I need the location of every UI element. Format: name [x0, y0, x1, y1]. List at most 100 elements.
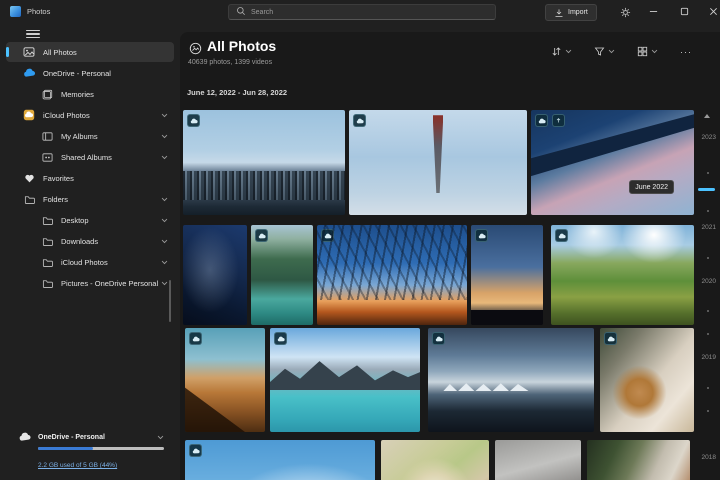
photo-tile-storm-clouds[interactable] [495, 440, 581, 480]
minimize-button[interactable] [640, 0, 666, 24]
timeline-year[interactable]: 2019 [702, 354, 716, 361]
cloud-status-icon [432, 332, 445, 345]
onedrive-cloud-icon [22, 68, 36, 78]
cloud-status-icon [189, 332, 202, 345]
timeline-scrubber[interactable]: 2023 2021 2020 2019 2018 [694, 32, 720, 480]
photo-tile-night-sky[interactable] [183, 225, 247, 325]
app-identity: Photos [10, 6, 50, 17]
settings-button[interactable] [616, 4, 634, 21]
cloud-status-icon [321, 229, 334, 242]
photo-tile-indoor-plants[interactable] [587, 440, 690, 480]
search-placeholder: Search [251, 9, 273, 16]
chevron-down-icon[interactable] [157, 435, 164, 440]
photo-tile-green-countryside[interactable] [551, 225, 694, 325]
chevron-down-icon[interactable] [565, 49, 572, 54]
sidebar-item-favorites[interactable]: Favorites [6, 168, 174, 188]
timeline-year[interactable]: 2021 [702, 224, 716, 231]
photo-tile-forest-lake[interactable] [251, 225, 313, 325]
filter-button[interactable] [591, 44, 618, 59]
close-icon [709, 3, 718, 21]
chevron-down-icon[interactable] [161, 155, 168, 160]
icloud-icon [22, 109, 36, 121]
photo-tile-food-plate[interactable] [381, 440, 489, 480]
chevron-down-icon[interactable] [651, 49, 658, 54]
photo-tile-sky-clouds[interactable] [185, 440, 375, 480]
sidebar-item-folders[interactable]: Folders [6, 189, 174, 209]
photo-tile-tower-spire[interactable] [349, 110, 527, 215]
sidebar-scrollbar[interactable] [169, 280, 171, 322]
photo-tile-puppy[interactable] [600, 328, 694, 432]
photo-tile-city-skyline[interactable] [183, 110, 345, 215]
sidebar-item-desktop[interactable]: Desktop [6, 210, 174, 230]
sidebar-item-my-albums[interactable]: My Albums [6, 126, 174, 146]
timeline-year[interactable]: 2023 [702, 134, 716, 141]
chevron-down-icon[interactable] [161, 281, 168, 286]
photos-app-icon [10, 6, 21, 17]
timeline-dot[interactable] [707, 387, 709, 389]
titlebar: Photos Search Import [0, 0, 720, 24]
maximize-button[interactable] [671, 0, 697, 24]
storage-panel: OneDrive - Personal 2.2 GB used of 5 GB … [18, 432, 164, 472]
sidebar-item-memories[interactable]: Memories [6, 84, 174, 104]
folder-icon [40, 236, 54, 247]
sidebar-nav: All Photos OneDrive - Personal Memories … [0, 41, 180, 294]
all-photos-header-icon [189, 42, 202, 60]
photo-tile-trees-sunset[interactable] [317, 225, 467, 325]
photo-tile-dusk-skyline[interactable] [471, 225, 543, 325]
timeline-dot[interactable] [707, 410, 709, 412]
photo-tile-harbor-sails[interactable] [428, 328, 594, 432]
minimize-icon [649, 3, 658, 21]
chevron-down-icon[interactable] [161, 239, 168, 244]
photo-tile-airplane-wing[interactable] [531, 110, 694, 215]
timeline-dot[interactable] [707, 333, 709, 335]
chevron-down-icon[interactable] [608, 49, 615, 54]
timeline-date-tooltip: June 2022 [629, 180, 674, 194]
chevron-down-icon[interactable] [161, 218, 168, 223]
date-range-header: June 12, 2022 - Jun 28, 2022 [187, 88, 287, 97]
folder-icon [40, 215, 54, 226]
timeline-dot[interactable] [707, 310, 709, 312]
more-options-button[interactable]: ··· [677, 45, 695, 59]
photo-tile-mountain-lake[interactable] [270, 328, 420, 432]
sidebar-item-icloud-photos-folder[interactable]: iCloud Photos [6, 252, 174, 272]
sidebar-item-shared-albums[interactable]: Shared Albums [6, 147, 174, 167]
photo-tile-desert-canyon[interactable] [185, 328, 265, 432]
chevron-down-icon[interactable] [161, 113, 168, 118]
import-icon [554, 8, 564, 18]
folder-icon [22, 194, 36, 205]
sidebar-item-all-photos[interactable]: All Photos [6, 42, 174, 62]
sidebar-item-icloud-photos[interactable]: iCloud Photos [6, 105, 174, 125]
scroll-top-arrow-icon[interactable] [704, 114, 710, 118]
timeline-year[interactable]: 2018 [702, 454, 716, 461]
hamburger-menu-button[interactable] [26, 28, 40, 40]
timeline-position-indicator[interactable] [698, 188, 715, 191]
chevron-down-icon[interactable] [161, 260, 168, 265]
sidebar-item-pictures-onedrive[interactable]: Pictures - OneDrive Personal [6, 273, 174, 293]
maximize-icon [680, 3, 689, 21]
storage-usage-link[interactable]: 2.2 GB used of 5 GB (44%) [38, 462, 117, 469]
import-label: Import [568, 9, 588, 16]
all-photos-icon [22, 46, 36, 58]
content-pane: All Photos 40639 photos, 1399 videos ··· [180, 32, 720, 480]
search-input[interactable]: Search [228, 4, 496, 20]
page-title: All Photos [207, 38, 276, 54]
sidebar-item-onedrive-personal[interactable]: OneDrive - Personal [6, 63, 174, 83]
sort-button[interactable] [548, 44, 575, 59]
selected-indicator [6, 47, 9, 57]
cloud-status-icon [189, 444, 202, 457]
cloud-status-icon [555, 229, 568, 242]
chevron-down-icon[interactable] [161, 134, 168, 139]
timeline-dot[interactable] [707, 172, 709, 174]
heart-icon [22, 173, 36, 184]
timeline-year[interactable]: 2020 [702, 278, 716, 285]
close-button[interactable] [700, 0, 720, 24]
timeline-dot[interactable] [707, 210, 709, 212]
storage-progress-bar [38, 447, 164, 450]
chevron-down-icon[interactable] [161, 197, 168, 202]
timeline-dot[interactable] [707, 257, 709, 259]
cloud-icon [18, 432, 32, 442]
app-title: Photos [27, 7, 50, 16]
import-button[interactable]: Import [545, 4, 597, 21]
sidebar-item-downloads[interactable]: Downloads [6, 231, 174, 251]
view-options-button[interactable] [634, 44, 661, 59]
